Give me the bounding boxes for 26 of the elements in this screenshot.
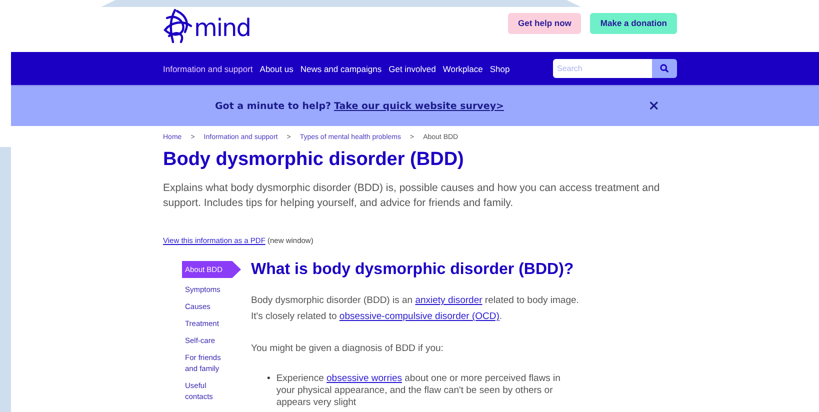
search-field[interactable]: Search — [553, 59, 652, 78]
nav-link[interactable]: About us — [260, 64, 294, 74]
survey-prompt: Got a minute to help? — [215, 100, 332, 112]
body-paragraph: Body dysmorphic disorder (BDD) is an anxiety disorder related to body image. It's closely related to obsessive-compulsive disorder (OCD). — [251, 294, 580, 324]
logo-scribble-icon[interactable] — [163, 8, 193, 44]
search-button[interactable] — [652, 59, 677, 78]
text-link[interactable]: anxiety disorder — [415, 295, 482, 306]
survey-link[interactable]: Take our quick website survey> — [334, 100, 504, 112]
nav-link[interactable]: News and campaigns — [300, 64, 382, 74]
nav-link[interactable]: Shop — [490, 64, 510, 74]
bullet-item: Experience obsessive worries about one or more perceived flaws in your physical appearance, and the flaw can't be seen by others or appears very slight — [276, 373, 562, 409]
search-icon[interactable] — [660, 64, 669, 73]
donation-button[interactable]: Make a donation — [590, 12, 677, 34]
logo-text[interactable]: mind — [194, 14, 250, 42]
section-heading: What is body dysmorphic disorder (BDD)? — [251, 261, 575, 279]
nav-link[interactable]: Information and support — [163, 64, 253, 74]
text-link[interactable]: obsessive worries — [326, 373, 402, 384]
close-button[interactable]: × — [646, 99, 662, 113]
bullet-marker: • — [267, 373, 270, 386]
nav-link[interactable]: Get involved — [388, 64, 436, 74]
page-title: Body dysmorphic disorder (BDD) — [163, 149, 465, 171]
body-paragraph: You might be given a diagnosis of BDD if you: — [251, 342, 444, 356]
page-description: Explains what body dysmorphic disorder (BDD) is, possible causes and how you can access treatment and support. Includes tips for helping yourself, and advice for friends and family. — [163, 181, 661, 211]
text-link[interactable]: obsessive-compulsive disorder (OCD) — [339, 311, 500, 322]
help-button[interactable]: Get help now — [508, 12, 582, 34]
nav-link[interactable]: Workplace — [442, 64, 483, 74]
